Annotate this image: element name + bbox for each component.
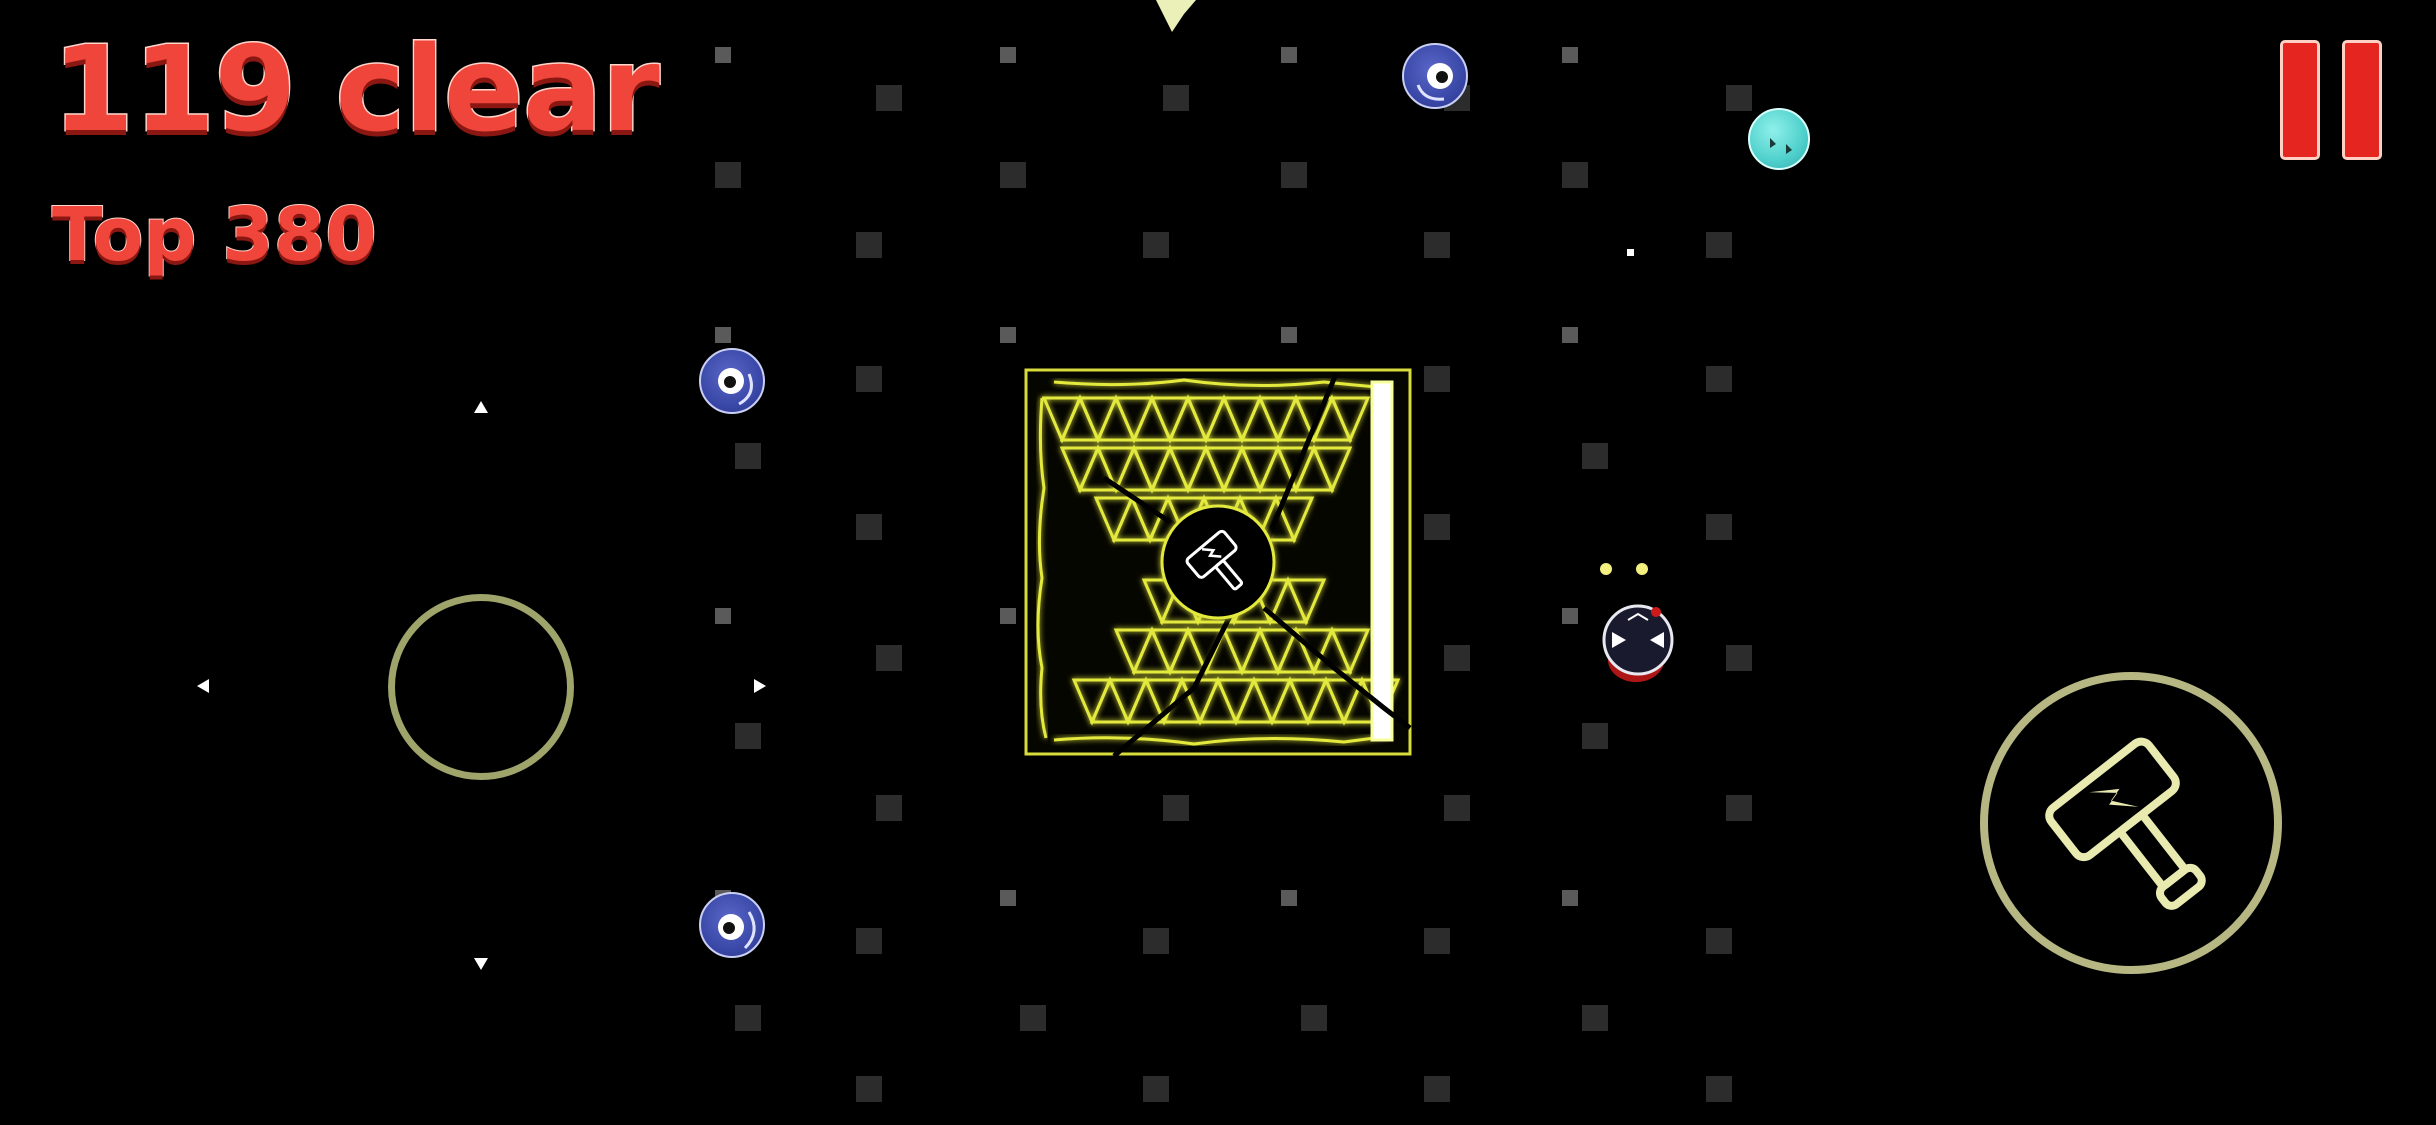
floor-tile <box>1000 608 1016 624</box>
floor-tile <box>856 514 882 540</box>
floor-tile <box>1562 47 1578 63</box>
pause-icon <box>2280 40 2320 160</box>
floor-tile <box>1020 1005 1046 1031</box>
floor-tile <box>735 723 761 749</box>
floor-tile <box>1562 890 1578 906</box>
floor-tile <box>1562 162 1588 188</box>
floor-tile <box>715 162 741 188</box>
floor-tile <box>1562 327 1578 343</box>
floor-tile <box>1143 232 1169 258</box>
floor-tile <box>1281 890 1297 906</box>
floor-tile <box>715 608 731 624</box>
floor-tile <box>1562 608 1578 624</box>
eye-enemy <box>699 892 765 958</box>
floor-tile <box>856 232 882 258</box>
joystick-right-arrow-icon <box>754 679 766 693</box>
floor-tile <box>735 1005 761 1031</box>
pause-button[interactable] <box>2280 40 2386 164</box>
joystick-down-arrow-icon <box>474 958 488 970</box>
target-dot <box>1600 563 1612 575</box>
floor-tile <box>856 366 882 392</box>
floor-tile <box>1706 366 1732 392</box>
floor-tile <box>876 645 902 671</box>
floor-tile <box>876 795 902 821</box>
floor-tile <box>1706 514 1732 540</box>
floor-tile <box>1000 162 1026 188</box>
floor-tile <box>1706 232 1732 258</box>
eye-enemy <box>699 348 765 414</box>
projectile-shard <box>1156 0 1196 32</box>
floor-tile <box>715 327 731 343</box>
slime-enemy <box>1748 108 1810 170</box>
floor-tile <box>1424 928 1450 954</box>
floor-tile <box>1281 327 1297 343</box>
pause-icon-bar <box>2342 40 2382 160</box>
floor-tile <box>1582 443 1608 469</box>
floor-tile <box>1444 795 1470 821</box>
chomper-enemy <box>1602 604 1674 682</box>
floor-tile <box>1706 928 1732 954</box>
floor-tile <box>856 928 882 954</box>
score-label: 119 clear <box>51 20 662 158</box>
floor-tile <box>1582 1005 1608 1031</box>
floor-tile <box>1163 795 1189 821</box>
floor-tile <box>1726 645 1752 671</box>
floor-tile <box>1143 1076 1169 1102</box>
floor-tile <box>1281 47 1297 63</box>
sparkle-dot <box>1627 249 1634 256</box>
best-score-label: Top 380 <box>51 192 378 278</box>
floor-tile <box>715 47 731 63</box>
joystick-up-arrow-icon <box>474 401 488 413</box>
floor-tile <box>1582 723 1608 749</box>
floor-tile <box>1726 795 1752 821</box>
hammer-attack-button[interactable] <box>1980 672 2282 974</box>
hammer-lightning-icon <box>2045 737 2206 910</box>
floor-tile <box>1301 1005 1327 1031</box>
floor-tile <box>1726 85 1752 111</box>
floor-tile <box>1424 514 1450 540</box>
floor-tile <box>1000 327 1016 343</box>
floor-tile <box>1000 47 1016 63</box>
floor-tile <box>856 1076 882 1102</box>
eye-enemy <box>1402 43 1468 109</box>
floor-tile <box>1706 1076 1732 1102</box>
floor-tile <box>1281 162 1307 188</box>
hammer-powerup-block <box>1024 368 1412 756</box>
floor-tile <box>1424 232 1450 258</box>
floor-tile <box>1444 645 1470 671</box>
floor-tile <box>876 85 902 111</box>
joystick-ring[interactable] <box>388 594 574 780</box>
floor-tile <box>1163 85 1189 111</box>
joystick-left-arrow-icon <box>197 679 209 693</box>
floor-tile <box>1000 890 1016 906</box>
floor-tile <box>1424 366 1450 392</box>
floor-tile <box>1143 928 1169 954</box>
floor-tile <box>735 443 761 469</box>
floor-tile <box>1424 1076 1450 1102</box>
target-dot <box>1636 563 1648 575</box>
